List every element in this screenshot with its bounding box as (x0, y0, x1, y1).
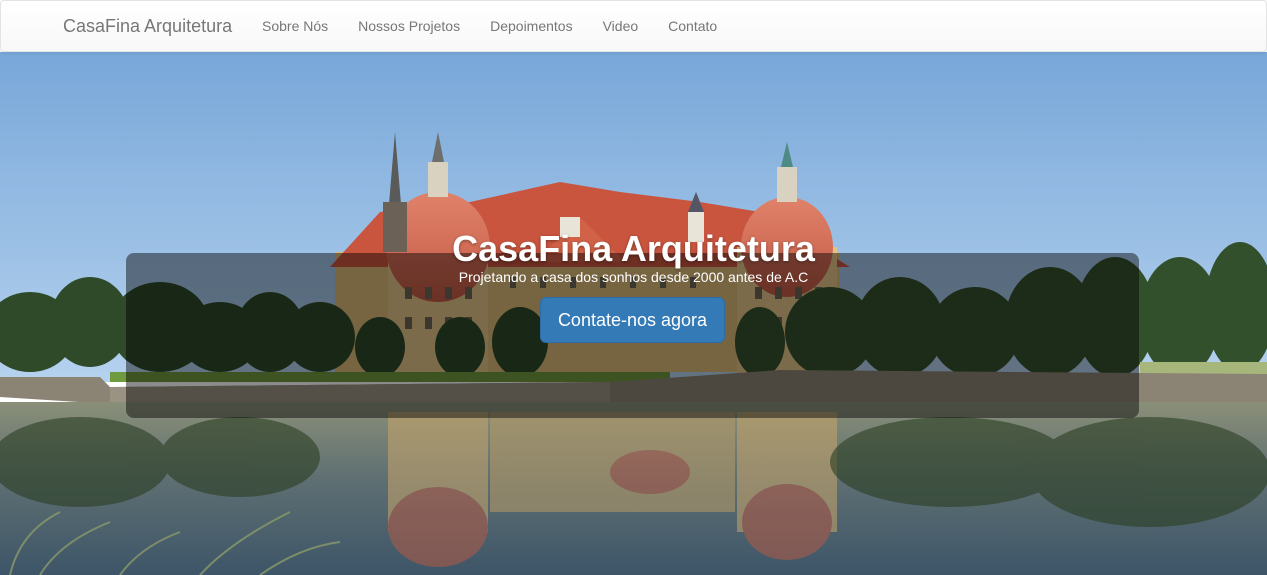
nav-link-nossos-projetos[interactable]: Nossos Projetos (343, 1, 475, 51)
nav-link-depoimentos[interactable]: Depoimentos (475, 1, 588, 51)
navbar: CasaFina Arquitetura Sobre Nós Nossos Pr… (0, 0, 1267, 52)
hero-title: CasaFina Arquitetura (452, 228, 815, 269)
contact-now-button[interactable]: Contate-nos agora (540, 297, 725, 343)
nav-link-contato[interactable]: Contato (653, 1, 732, 51)
brand-link[interactable]: CasaFina Arquitetura (63, 16, 232, 37)
nav-link-sobre-nos[interactable]: Sobre Nós (247, 1, 343, 51)
hero-subtitle: Projetando a casa dos sonhos desde 2000 … (458, 269, 809, 285)
nav-link-video[interactable]: Video (588, 1, 654, 51)
nav-menu: Sobre Nós Nossos Projetos Depoimentos Vi… (247, 1, 732, 51)
